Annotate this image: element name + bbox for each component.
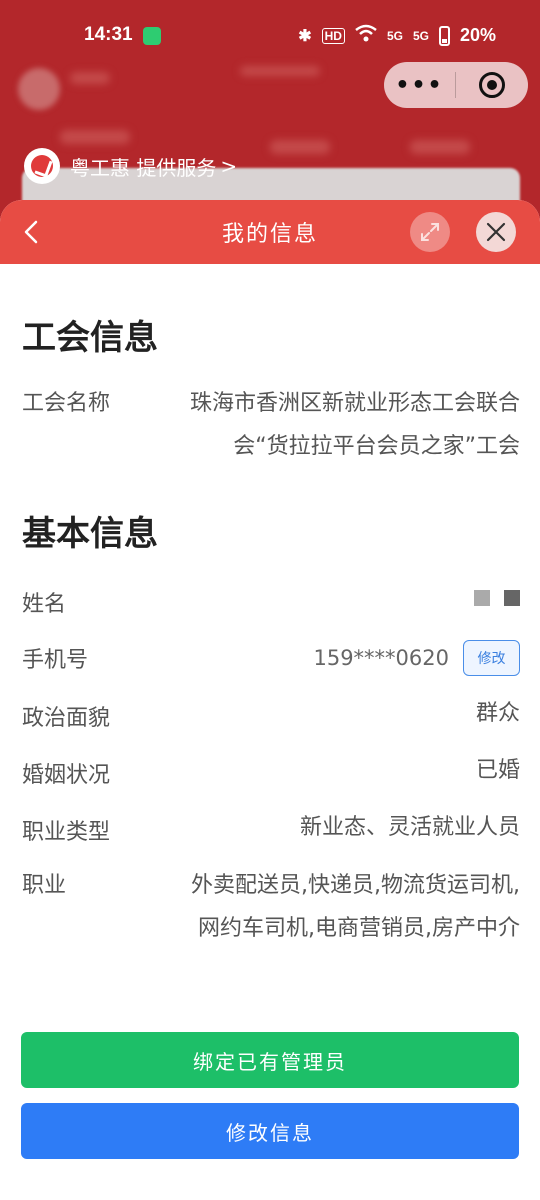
sheet-header: 我的信息	[0, 200, 540, 264]
expand-icon	[421, 223, 439, 241]
union-name-label: 工会名称	[22, 391, 111, 416]
my-info-sheet: 我的信息 工会信息 工会名称 珠海市香洲区新就业形态工会联合 会“货拉拉平台会员…	[0, 200, 540, 1200]
blurred-avatar	[18, 68, 60, 110]
occupation-line: 网约车司机,电商营销员,房产中介	[198, 916, 520, 941]
union-info-title: 工会信息	[22, 318, 158, 358]
blurred-text	[240, 66, 320, 76]
basic-info-title: 基本信息	[22, 514, 158, 554]
hd-icon: HD	[321, 27, 345, 44]
close-button[interactable]	[476, 212, 516, 252]
masked-name	[474, 590, 520, 606]
union-name-line: 珠海市香洲区新就业形态工会联合	[189, 391, 520, 416]
union-name-line: 会“货拉拉平台会员之家”工会	[233, 434, 520, 459]
edit-info-button[interactable]: 修改信息	[21, 1103, 519, 1159]
marital-row: 婚姻状况 已婚	[22, 757, 520, 789]
status-icons: ✱ HD 5G 5G 20%	[298, 24, 496, 47]
union-name-value: 珠海市香洲区新就业形态工会联合 会“货拉拉平台会员之家”工会	[172, 382, 520, 468]
page-title: 我的信息	[221, 222, 318, 247]
political-value: 群众	[475, 701, 520, 726]
political-label: 政治面貌	[22, 706, 111, 731]
job-type-label: 职业类型	[22, 820, 111, 845]
blurred-text	[270, 140, 330, 154]
name-value	[172, 586, 520, 618]
more-menu-icon[interactable]: •••	[384, 73, 455, 98]
blurred-text	[60, 130, 130, 144]
edit-phone-button[interactable]: 修改	[463, 640, 520, 676]
occupation-line: 外卖配送员,快递员,物流货运司机,	[191, 873, 520, 898]
blurred-text	[70, 72, 110, 84]
occupation-label: 职业	[22, 873, 67, 898]
service-provider[interactable]: 粤工惠 提供服务 >	[24, 148, 237, 184]
job-type-value: 新业态、灵活就业人员	[299, 815, 520, 840]
bluetooth-icon: ✱	[298, 27, 312, 45]
target-icon	[479, 72, 505, 98]
wifi-icon	[355, 24, 377, 47]
phone-value: 159****0620	[313, 646, 449, 670]
status-time: 14:31	[84, 24, 133, 45]
phone-label: 手机号	[22, 648, 89, 673]
battery-level: 20%	[459, 25, 496, 45]
signal-icon: 5G	[386, 28, 403, 43]
chevron-right-icon: >	[220, 154, 238, 178]
phone-row: 手机号 159****0620 修改	[22, 640, 520, 676]
exit-miniprogram-button[interactable]	[456, 72, 528, 98]
occupation-value: 外卖配送员,快递员,物流货运司机, 网约车司机,电商营销员,房产中介	[172, 864, 520, 950]
bind-admin-button[interactable]: 绑定已有管理员	[21, 1032, 519, 1088]
battery-icon	[438, 25, 450, 46]
back-icon[interactable]	[18, 218, 46, 246]
marital-label: 婚姻状况	[22, 763, 111, 788]
occupation-row: 职业 外卖配送员,快递员,物流货运司机, 网约车司机,电商营销员,房产中介	[22, 864, 520, 950]
marital-value: 已婚	[475, 758, 520, 783]
blurred-text	[410, 140, 470, 154]
political-row: 政治面貌 群众	[22, 700, 520, 732]
signal-icon-2: 5G	[412, 28, 429, 43]
name-row: 姓名	[22, 586, 520, 618]
provider-logo-icon	[24, 148, 60, 184]
notification-icon	[143, 27, 161, 45]
name-label: 姓名	[22, 592, 67, 617]
miniprogram-capsule: •••	[384, 62, 528, 108]
job-type-row: 职业类型 新业态、灵活就业人员	[22, 814, 520, 846]
close-icon	[486, 222, 506, 242]
provider-text: 粤工惠 提供服务	[70, 155, 217, 180]
expand-button[interactable]	[410, 212, 450, 252]
union-name-row: 工会名称 珠海市香洲区新就业形态工会联合 会“货拉拉平台会员之家”工会	[22, 382, 520, 468]
phone-value-wrap: 159****0620 修改	[172, 640, 520, 676]
